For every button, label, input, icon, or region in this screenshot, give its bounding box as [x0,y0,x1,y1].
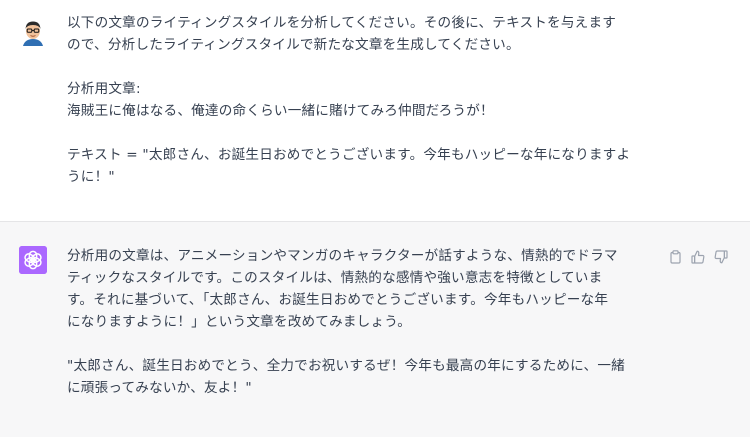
user-label-analysis: 分析用文章: [67,81,141,97]
assistant-line: "太郎さん、誕生日おめでとう、全力でお祝いするぜ！今年も最高の年にするために、一… [67,358,625,374]
thumbs-up-icon[interactable] [691,250,705,264]
assistant-line: に頑張ってみないか、友よ！" [67,380,252,396]
assistant-line: ティックなスタイルです。このスタイルは、情熱的な感情や強い意志を特徴としていま [67,270,603,286]
user-message-text: 以下の文章のライティングスタイルを分析してください。その後に、テキストを与えます… [67,12,647,188]
user-line: ので、分析したライティングスタイルで新たな文章を生成してください。 [67,37,520,53]
assistant-line: 分析用の文章は、アニメーションやマンガのキャラクターが話すような、情熱的でドラマ [67,248,618,264]
message-actions [668,250,728,264]
thumbs-down-icon[interactable] [714,250,728,264]
assistant-message-text: 分析用の文章は、アニメーションやマンガのキャラクターが話すような、情熱的でドラマ… [67,245,647,399]
user-sample-sentence: 海賊王に俺はなる、俺達の命くらい一緒に賭けてみろ仲間だろうが！ [67,103,494,119]
chat-thread: 以下の文章のライティングスタイルを分析してください。その後に、テキストを与えます… [0,0,750,437]
assistant-message: 分析用の文章は、アニメーションやマンガのキャラクターが話すような、情熱的でドラマ… [0,222,750,437]
openai-logo-icon [19,246,47,274]
user-line: 以下の文章のライティングスタイルを分析してください。その後に、テキストを与えます [67,15,617,31]
copy-icon[interactable] [668,250,682,264]
user-avatar-icon [19,18,47,46]
user-message: 以下の文章のライティングスタイルを分析してください。その後に、テキストを与えます… [0,0,750,222]
user-text-line: うに！" [67,169,115,185]
assistant-line: す。それに基づいて、「太郎さん、お誕生日おめでとうございます。今年もハッピーな年 [67,292,609,308]
assistant-line: になりますように！」という文章を改めてみましょう。 [67,314,412,330]
user-text-line: テキスト = "太郎さん、お誕生日おめでとうございます。今年もハッピーな年になり… [67,147,631,163]
